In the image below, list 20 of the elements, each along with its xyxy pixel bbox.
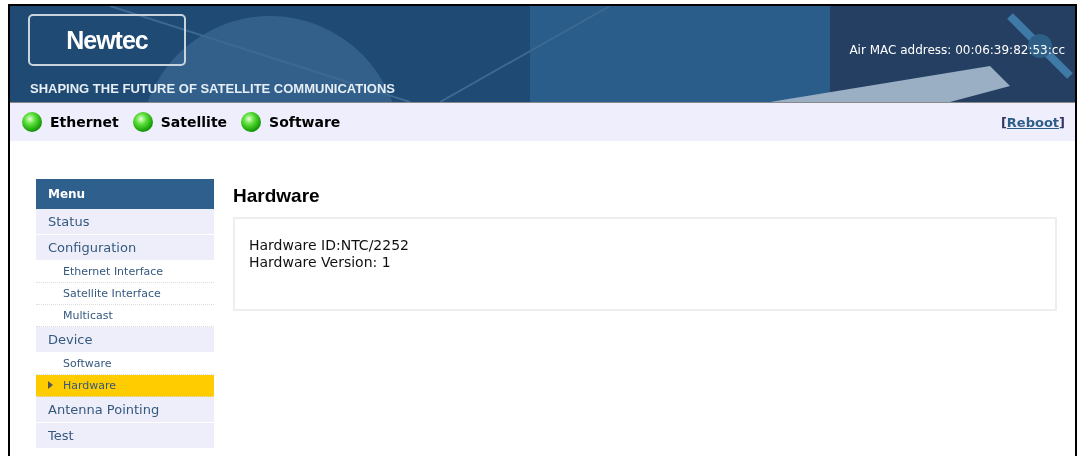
menu-item[interactable]: Configuration (36, 235, 214, 261)
bracket: ] (1059, 114, 1065, 130)
status-label: Ethernet (50, 114, 119, 130)
page-title: Hardware (233, 185, 321, 207)
menu-item[interactable]: Device (36, 327, 214, 353)
reboot-link[interactable]: Reboot (1006, 114, 1060, 130)
menu-item[interactable]: Hardware (36, 375, 214, 397)
menu-item[interactable]: Antenna Pointing (36, 397, 214, 423)
info-line: Hardware Version: 1 (249, 254, 392, 271)
logo: Newtec (28, 14, 186, 66)
info-line: Hardware ID:NTC/2252 (249, 237, 410, 254)
bracket: [ (1000, 114, 1007, 130)
triangle-icon (48, 381, 53, 389)
status-label: Software (269, 114, 341, 130)
menu-item[interactable]: Test (36, 423, 214, 449)
tagline: SHAPING THE FUTURE OF SATELLITE COMMUNICATIONS (30, 81, 395, 96)
mac-address: Air MAC address: 00:06:39:82:53:cc (849, 43, 1065, 57)
menu-header: Menu (36, 179, 214, 209)
menu-item[interactable]: Status (36, 209, 214, 235)
status-label: Satellite (160, 114, 228, 130)
